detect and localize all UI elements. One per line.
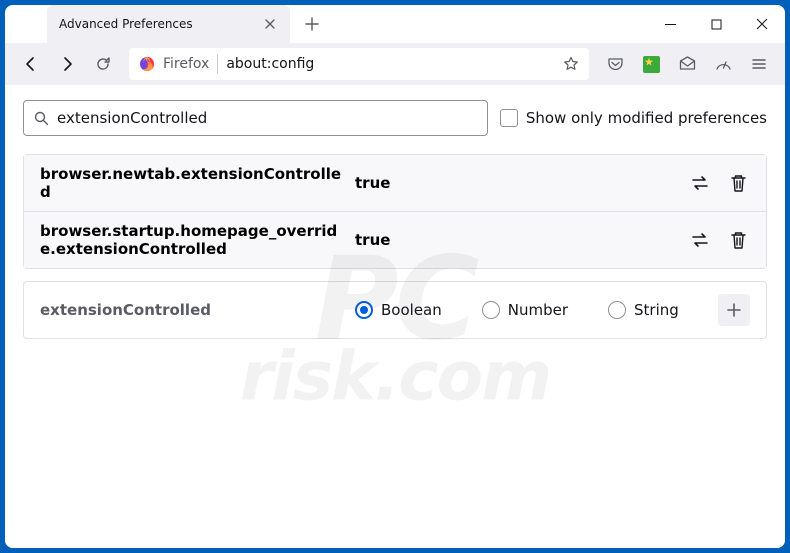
extension-green-icon — [643, 56, 660, 73]
type-selector: Boolean Number String — [345, 301, 718, 319]
window-controls — [647, 5, 785, 43]
reload-button[interactable] — [87, 48, 119, 80]
radio-icon — [608, 301, 626, 319]
browser-window: Advanced Preferences Firefox about:confi… — [5, 5, 785, 548]
add-preference-button[interactable] — [718, 294, 750, 326]
search-input[interactable] — [57, 109, 477, 127]
nav-toolbar: Firefox about:config — [5, 43, 785, 85]
tab-close-button[interactable] — [262, 16, 278, 32]
app-menu-button[interactable] — [743, 48, 775, 80]
maximize-button[interactable] — [693, 5, 739, 43]
new-preference-row: extensionControlled Boolean Number Strin… — [23, 281, 767, 339]
preference-row: browser.newtab.extensionControlled true — [24, 155, 766, 211]
url-bar[interactable]: Firefox about:config — [129, 48, 589, 80]
type-option-boolean[interactable]: Boolean — [355, 301, 442, 319]
pref-search-box[interactable] — [23, 100, 488, 136]
url-text: about:config — [226, 56, 314, 72]
tab-title: Advanced Preferences — [59, 17, 250, 31]
new-tab-button[interactable] — [298, 10, 326, 38]
forward-button[interactable] — [51, 48, 83, 80]
firefox-logo-icon — [139, 56, 155, 72]
preference-value: true — [345, 231, 688, 249]
speed-icon-button[interactable] — [707, 48, 739, 80]
page-content: Show only modified preferences browser.n… — [5, 85, 785, 548]
browser-tab[interactable]: Advanced Preferences — [47, 5, 290, 43]
preference-value: true — [345, 174, 688, 192]
type-label: Boolean — [381, 301, 442, 319]
search-icon — [34, 111, 49, 126]
new-preference-name: extensionControlled — [40, 301, 345, 319]
minimize-button[interactable] — [647, 5, 693, 43]
back-button[interactable] — [15, 48, 47, 80]
bookmark-star-icon[interactable] — [563, 56, 579, 72]
type-label: Number — [508, 301, 568, 319]
show-only-modified-option[interactable]: Show only modified preferences — [500, 109, 767, 127]
window-close-button[interactable] — [739, 5, 785, 43]
preference-name: browser.startup.homepage_override.extens… — [40, 222, 345, 258]
delete-button[interactable] — [726, 228, 750, 252]
titlebar: Advanced Preferences — [5, 5, 785, 43]
identity-label: Firefox — [163, 56, 209, 72]
preference-row: browser.startup.homepage_override.extens… — [24, 211, 766, 268]
show-only-modified-checkbox[interactable] — [500, 109, 518, 127]
delete-button[interactable] — [726, 171, 750, 195]
toggle-button[interactable] — [688, 228, 712, 252]
checkbox-label: Show only modified preferences — [526, 109, 767, 127]
type-label: String — [634, 301, 679, 319]
radio-icon — [482, 301, 500, 319]
extension-button[interactable] — [635, 48, 667, 80]
mail-icon-button[interactable] — [671, 48, 703, 80]
preference-list: browser.newtab.extensionControlled true … — [23, 154, 767, 269]
radio-selected-icon — [355, 301, 373, 319]
pocket-button[interactable] — [599, 48, 631, 80]
preference-name: browser.newtab.extensionControlled — [40, 165, 345, 201]
urlbar-divider — [217, 54, 218, 74]
toggle-button[interactable] — [688, 171, 712, 195]
type-option-string[interactable]: String — [608, 301, 679, 319]
type-option-number[interactable]: Number — [482, 301, 568, 319]
